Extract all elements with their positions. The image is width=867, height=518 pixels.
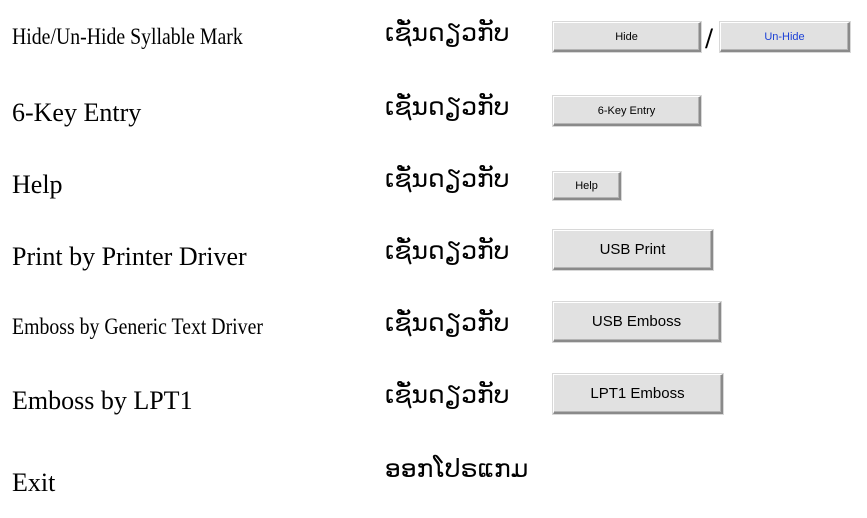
lao-same-as-label: ເຊັ່ນດຽວກັບ: [385, 92, 510, 121]
row-usb-print: Print by Printer Driver ເຊັ່ນດຽວກັບ USB …: [0, 228, 867, 288]
term-print-by-printer-driver: Print by Printer Driver: [12, 242, 247, 271]
lao-same-as-label: ເຊັ່ນດຽວກັບ: [385, 18, 510, 47]
row-hide-unhide: Hide/Un-Hide Syllable Mark ເຊັ່ນດຽວກັບ H…: [0, 10, 867, 70]
term-help: Help: [12, 170, 63, 199]
term-hide-unhide: Hide/Un-Hide Syllable Mark: [12, 24, 243, 49]
6-key-entry-button[interactable]: 6-Key Entry: [553, 96, 701, 126]
term-emboss-by-generic-text-driver: Emboss by Generic Text Driver: [12, 314, 263, 339]
lao-same-as-label: ເຊັ່ນດຽວກັບ: [385, 380, 510, 409]
lao-same-as-label: ເຊັ່ນດຽວກັບ: [385, 308, 510, 337]
row-lpt1-emboss: Emboss by LPT1 ເຊັ່ນດຽວກັບ LPT1 Emboss: [0, 372, 867, 432]
row-6-key-entry: 6-Key Entry ເຊັ່ນດຽວກັບ 6-Key Entry: [0, 84, 867, 144]
lao-same-as-label: ເຊັ່ນດຽວກັບ: [385, 164, 510, 193]
unhide-button[interactable]: Un-Hide: [720, 22, 850, 52]
help-button[interactable]: Help: [553, 172, 621, 200]
lao-exit-program-label: ອອກໂປຣແກມ: [385, 454, 529, 483]
hide-button[interactable]: Hide: [553, 22, 701, 52]
term-exit: Exit: [12, 468, 56, 497]
row-help: Help ເຊັ່ນດຽວກັບ Help: [0, 156, 867, 216]
term-emboss-by-lpt1: Emboss by LPT1: [12, 386, 193, 415]
row-usb-emboss: Emboss by Generic Text Driver ເຊັ່ນດຽວກັ…: [0, 300, 867, 360]
lpt1-emboss-button[interactable]: LPT1 Emboss: [553, 374, 723, 414]
usb-emboss-button[interactable]: USB Emboss: [553, 302, 721, 342]
row-exit: Exit ອອກໂປຣແກມ: [0, 444, 867, 504]
separator-slash: /: [705, 24, 714, 52]
term-6-key-entry: 6-Key Entry: [12, 98, 142, 127]
lao-same-as-label: ເຊັ່ນດຽວກັບ: [385, 236, 510, 265]
usb-print-button[interactable]: USB Print: [553, 230, 713, 270]
